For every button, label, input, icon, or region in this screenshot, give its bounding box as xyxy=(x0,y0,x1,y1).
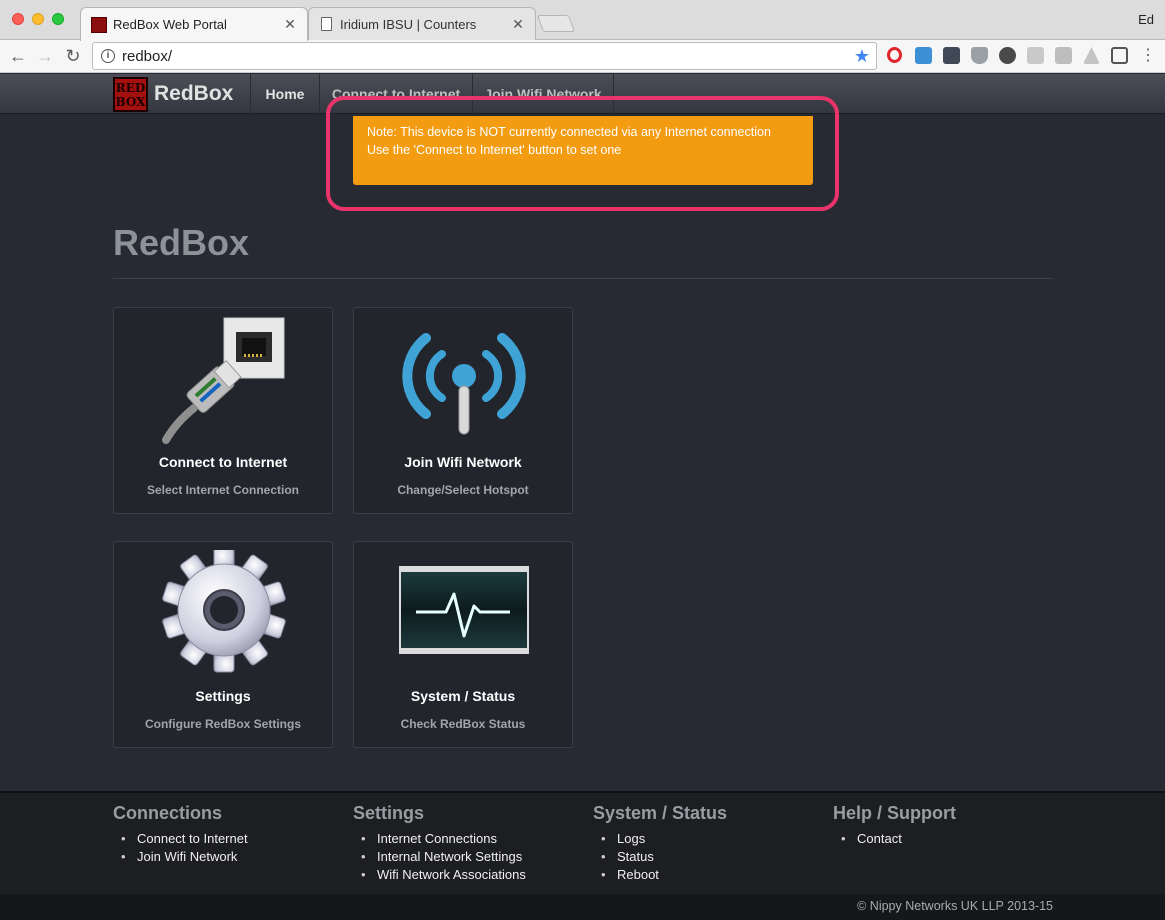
tile-subtitle: Configure RedBox Settings xyxy=(144,717,301,731)
site-footer: Connections Connect to Internet Join Wif… xyxy=(0,791,1165,894)
minimize-window-button[interactable] xyxy=(32,13,44,25)
tile-system-status[interactable]: System / Status Check RedBox Status xyxy=(353,541,573,748)
footer-column-system-status: System / Status Logs Status Reboot xyxy=(593,803,727,884)
footer-link[interactable]: Wifi Network Associations xyxy=(361,866,526,884)
footer-heading: Help / Support xyxy=(833,803,956,823)
profile-name[interactable]: Ed xyxy=(1138,12,1154,27)
footer-heading: Connections xyxy=(113,803,223,823)
tab-title: RedBox Web Portal xyxy=(113,17,227,32)
copyright-text: © Nippy Networks UK LLP 2013-15 xyxy=(857,899,1053,913)
nav-home[interactable]: Home xyxy=(250,74,319,114)
reload-icon[interactable]: ↻ xyxy=(61,44,85,68)
footer-link[interactable]: Internal Network Settings xyxy=(361,848,526,866)
tile-title: Join Wifi Network xyxy=(404,454,522,470)
browser-toolbar: ← → ↻ i redbox/ ★ ⋮ xyxy=(0,40,1165,73)
brand-name: RedBox xyxy=(154,82,234,105)
tile-title: System / Status xyxy=(410,688,516,704)
tile-subtitle: Select Internet Connection xyxy=(146,483,300,497)
page-title: RedBox xyxy=(113,222,250,263)
tile-settings[interactable]: Settings Configure RedBox Settings xyxy=(113,541,333,748)
document-favicon-icon xyxy=(321,17,332,31)
footer-heading: Settings xyxy=(353,803,425,823)
bookmark-star-icon[interactable]: ★ xyxy=(854,46,870,67)
tile-connect-to-internet[interactable]: Connect to Internet Select Internet Conn… xyxy=(113,307,333,514)
reader-icon[interactable] xyxy=(1055,47,1072,64)
address-url[interactable]: redbox/ xyxy=(122,48,854,65)
redbox-favicon-icon xyxy=(91,16,107,33)
footer-column-settings: Settings Internet Connections Internal N… xyxy=(353,803,526,884)
annotation-highlight-box xyxy=(326,96,839,211)
forward-arrow-icon[interactable]: → xyxy=(33,44,57,68)
wifi-antenna-icon xyxy=(402,333,526,435)
footer-link[interactable]: Reboot xyxy=(601,866,727,884)
tile-join-wifi-network[interactable]: Join Wifi Network Change/Select Hotspot xyxy=(353,307,573,514)
footer-link[interactable]: Contact xyxy=(841,830,956,848)
close-window-button[interactable] xyxy=(12,13,24,25)
new-tab-button[interactable] xyxy=(536,15,576,32)
copyright-bar: © Nippy Networks UK LLP 2013-15 xyxy=(0,894,1165,920)
info-icon[interactable]: i xyxy=(101,49,115,63)
footer-link[interactable]: Join Wifi Network xyxy=(121,848,248,866)
cast-icon[interactable] xyxy=(1111,47,1128,64)
menu-icon[interactable]: ⋮ xyxy=(1136,44,1160,68)
footer-column-help-support: Help / Support Contact xyxy=(833,803,956,848)
title-divider xyxy=(113,278,1053,279)
tile-title: Connect to Internet xyxy=(158,454,288,470)
opera-icon[interactable] xyxy=(887,47,902,63)
ethernet-cable-icon xyxy=(162,317,285,444)
drive-icon[interactable] xyxy=(1083,47,1100,64)
extension-calendar-icon[interactable] xyxy=(915,47,932,64)
tile-subtitle: Change/Select Hotspot xyxy=(397,483,529,497)
browser-tab-redbox[interactable]: RedBox Web Portal ✕ xyxy=(80,7,308,41)
footer-link[interactable]: Internet Connections xyxy=(361,830,526,848)
extension-dots-icon[interactable] xyxy=(943,47,960,64)
browser-tab-iridium[interactable]: Iridium IBSU | Counters ✕ xyxy=(308,7,536,40)
footer-link[interactable]: Logs xyxy=(601,830,727,848)
heartbeat-monitor-icon xyxy=(399,566,529,654)
gear-icon xyxy=(162,550,286,673)
address-bar[interactable]: i redbox/ ★ xyxy=(92,42,877,70)
shield-icon[interactable] xyxy=(971,47,988,64)
redbox-logo: RED BOX xyxy=(113,76,148,112)
close-tab-icon[interactable]: ✕ xyxy=(511,16,525,33)
brand-link[interactable]: RED BOX RedBox xyxy=(113,76,233,112)
extension-person-icon[interactable] xyxy=(999,47,1016,64)
footer-heading: System / Status xyxy=(593,803,728,823)
back-arrow-icon[interactable]: ← xyxy=(6,44,30,68)
browser-tab-bar: RedBox Web Portal ✕ Iridium IBSU | Count… xyxy=(0,0,1165,41)
footer-link[interactable]: Status xyxy=(601,848,727,866)
footer-link[interactable]: Connect to Internet xyxy=(121,830,248,848)
footer-column-connections: Connections Connect to Internet Join Wif… xyxy=(113,803,248,866)
tile-title: Settings xyxy=(195,688,251,704)
tile-subtitle: Check RedBox Status xyxy=(400,717,526,731)
tab-title: Iridium IBSU | Counters xyxy=(340,16,477,32)
zoom-window-button[interactable] xyxy=(52,13,64,25)
close-tab-icon[interactable]: ✕ xyxy=(283,16,297,33)
rss-icon[interactable] xyxy=(1027,47,1044,64)
